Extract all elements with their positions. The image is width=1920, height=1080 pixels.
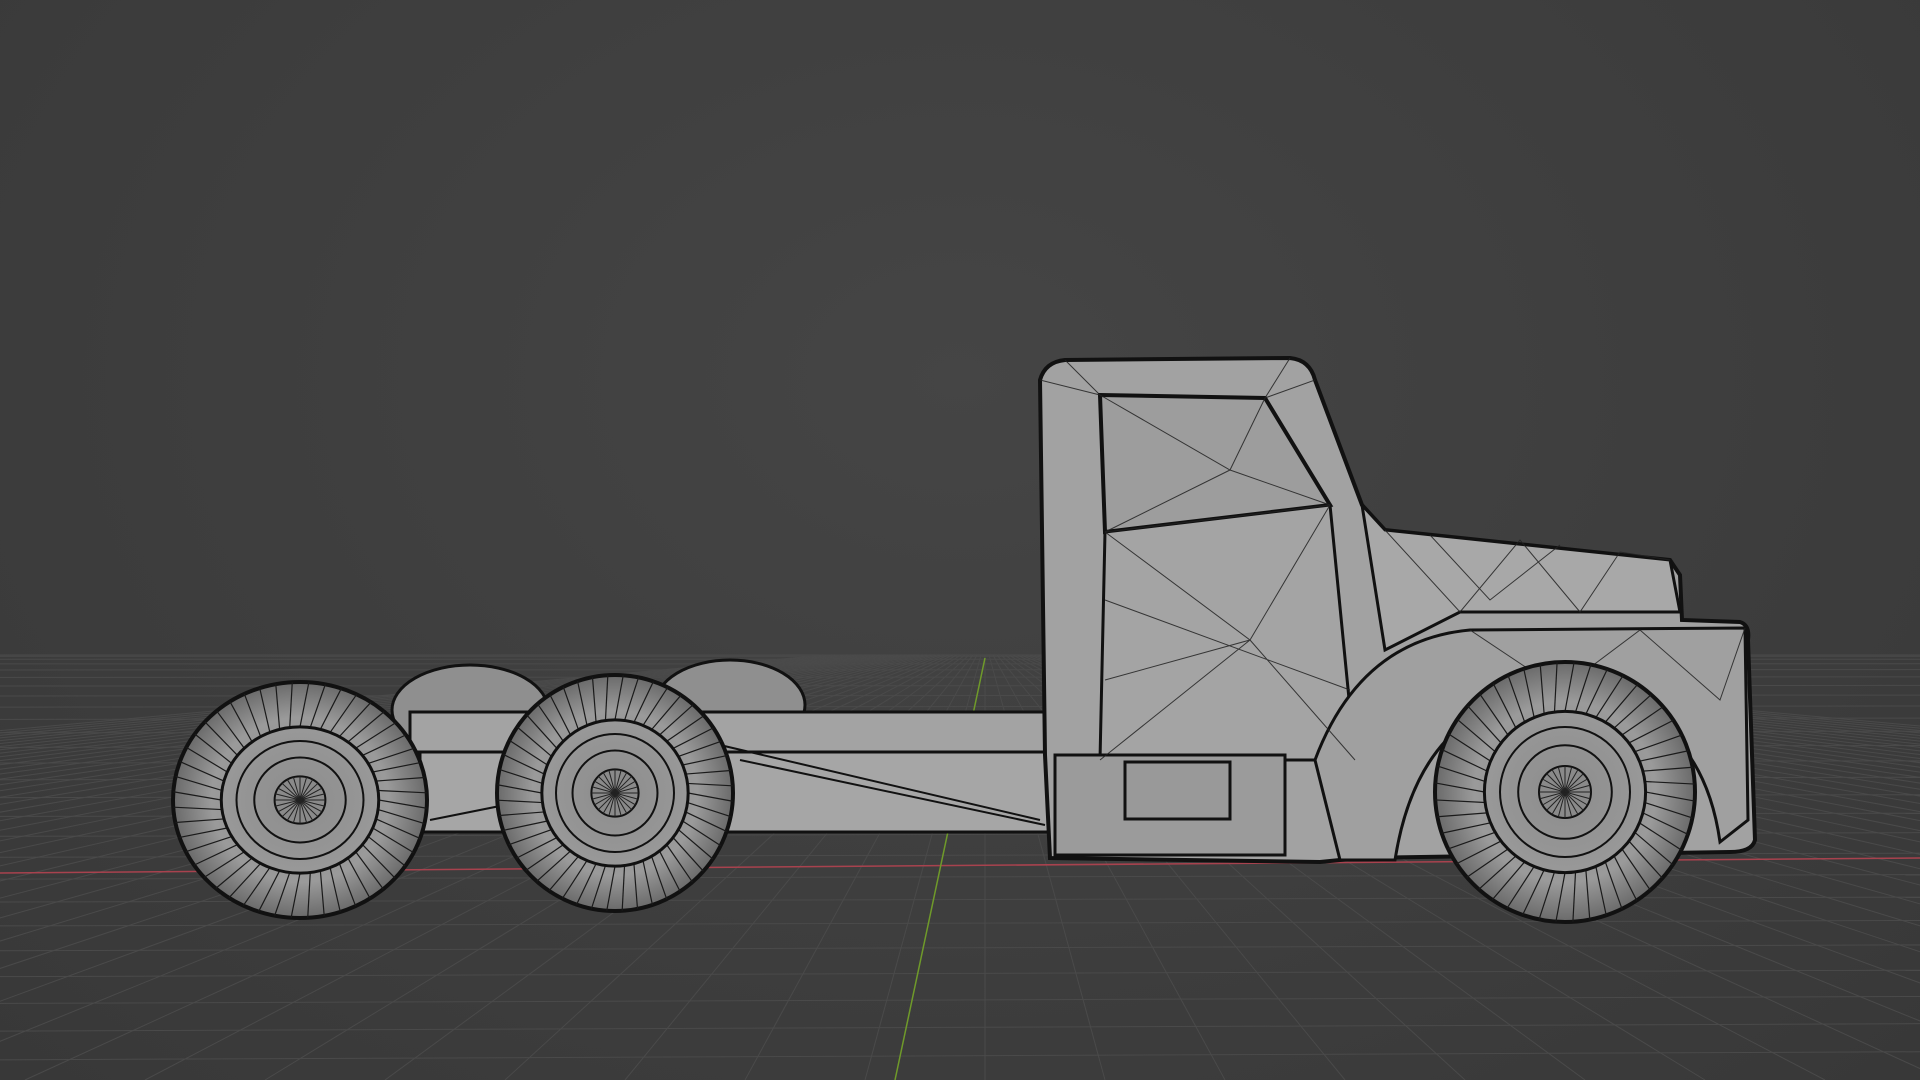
grid-line — [0, 920, 1920, 927]
grid-line — [0, 1051, 1920, 1061]
rear-wheel-1 — [171, 680, 429, 920]
grid-line — [0, 969, 1920, 978]
front-wheel — [1433, 660, 1697, 924]
grid-line — [0, 1023, 1920, 1032]
viewport-scene[interactable] — [0, 0, 1920, 1080]
3d-viewport[interactable] — [0, 0, 1920, 1080]
cab-door-panel — [1098, 503, 1357, 762]
grid-line — [0, 944, 1920, 952]
cab-step-inner — [1123, 760, 1232, 821]
rear-wheel-2 — [495, 673, 735, 913]
truck-mesh[interactable] — [171, 355, 1758, 924]
grid-line — [0, 995, 1920, 1004]
